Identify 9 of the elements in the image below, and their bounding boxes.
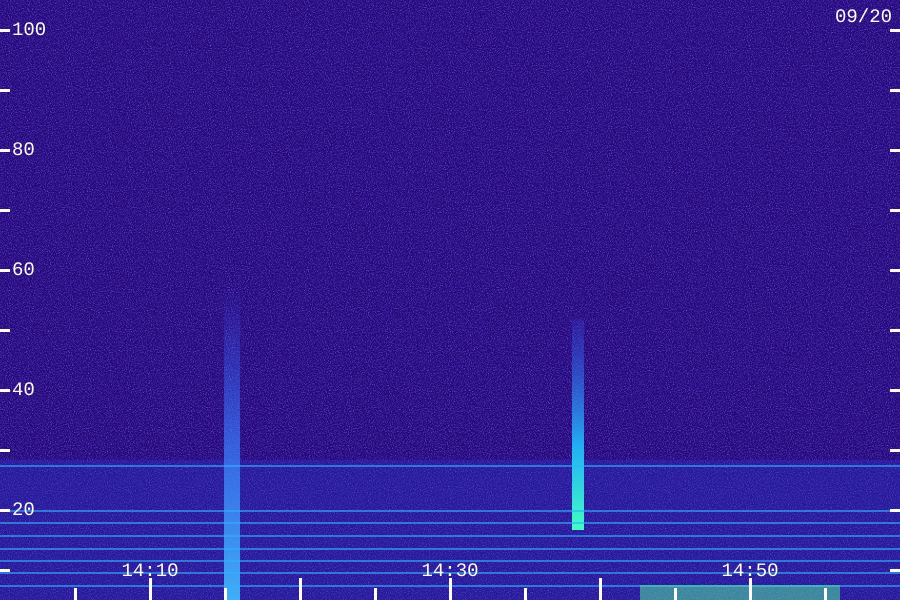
frequency-axis-label: 40: [12, 379, 35, 401]
time-axis-label: 14:50: [720, 560, 780, 582]
time-axis-label: 14:30: [420, 560, 480, 582]
frequency-axis-label: 60: [12, 259, 35, 281]
frequency-axis-label: 80: [12, 139, 35, 161]
frequency-axis-label: 100: [12, 19, 46, 41]
date-label: 09/20: [834, 6, 892, 28]
time-axis-label: 14:10: [120, 560, 180, 582]
frequency-axis-label: 20: [12, 499, 35, 521]
